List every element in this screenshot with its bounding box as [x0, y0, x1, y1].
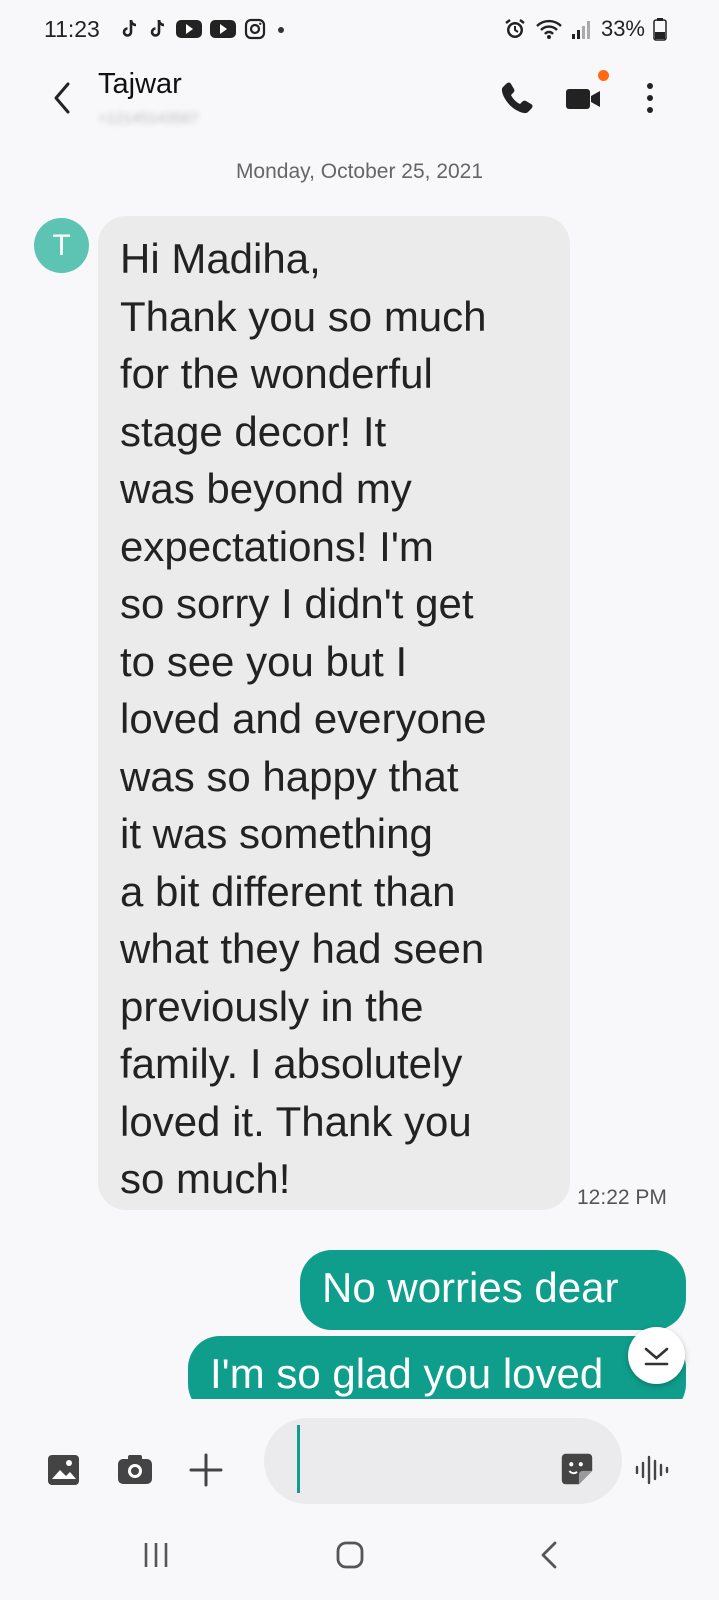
youtube-icon [176, 20, 202, 38]
dot-icon [278, 27, 284, 33]
youtube-icon [210, 20, 236, 38]
gallery-icon[interactable] [44, 1450, 84, 1490]
incoming-message-text: Hi Madiha, Thank you so much for the won… [120, 235, 487, 1202]
notification-icons [120, 18, 288, 40]
status-bar: 11:23 33% [0, 0, 719, 62]
avatar[interactable]: T [34, 218, 89, 273]
more-icon[interactable] [630, 78, 670, 118]
outgoing-message-bubble[interactable]: No worries dear [300, 1250, 686, 1330]
video-call-icon[interactable] [563, 78, 603, 118]
incoming-message-bubble[interactable]: Hi Madiha, Thank you so much for the won… [98, 216, 570, 1210]
contact-name[interactable]: Tajwar [98, 68, 182, 101]
instagram-icon [244, 18, 266, 40]
voice-icon[interactable] [632, 1450, 672, 1490]
contact-number: +12145143567 [98, 110, 199, 127]
nav-back-icon[interactable] [530, 1535, 570, 1575]
phone-icon[interactable] [497, 78, 537, 118]
scroll-to-bottom-button[interactable] [628, 1327, 685, 1384]
back-icon[interactable] [44, 78, 84, 118]
tiktok-icon [150, 19, 165, 37]
date-separator: Monday, October 25, 2021 [235, 160, 484, 183]
battery-percent: 33% [600, 16, 645, 41]
status-right: 33% [503, 16, 667, 42]
home-icon[interactable] [330, 1535, 370, 1575]
message-timestamp: 12:22 PM [577, 1186, 667, 1209]
tiktok-icon [122, 19, 137, 37]
alarm-icon [505, 19, 525, 38]
status-time: 11:23 [44, 16, 100, 42]
list-bottom-edge [0, 1399, 719, 1419]
text-cursor [297, 1425, 300, 1493]
wifi-icon [536, 19, 562, 39]
video-badge [598, 70, 609, 81]
plus-icon[interactable] [186, 1450, 226, 1490]
signal-icon [571, 21, 590, 39]
sticker-icon[interactable] [558, 1450, 596, 1488]
camera-icon[interactable] [115, 1450, 155, 1490]
battery-icon [653, 18, 667, 41]
chevron-down-icon [644, 1347, 669, 1366]
recents-icon[interactable] [136, 1535, 176, 1575]
